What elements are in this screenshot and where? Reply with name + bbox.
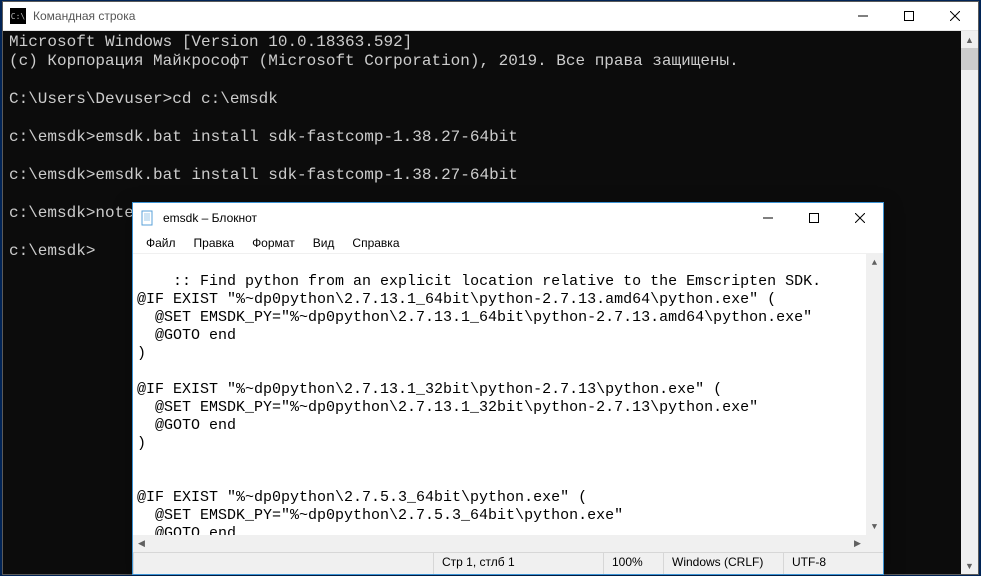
notepad-editor[interactable]: :: Find python from an explicit location…	[133, 254, 883, 535]
notepad-vscrollbar[interactable]: ▲ ▼	[866, 254, 883, 535]
menu-view[interactable]: Вид	[304, 236, 344, 250]
status-zoom: 100%	[603, 553, 663, 574]
notepad-hscrollbar[interactable]: ◀ ▶	[133, 535, 883, 552]
notepad-title: emsdk – Блокнот	[163, 211, 745, 225]
scroll-corner	[866, 535, 883, 552]
minimize-button[interactable]	[745, 203, 791, 233]
notepad-menubar: Файл Правка Формат Вид Справка	[133, 233, 883, 254]
status-encoding: UTF-8	[783, 553, 883, 574]
scroll-track[interactable]	[961, 48, 978, 557]
scroll-up-icon[interactable]: ▲	[866, 254, 883, 271]
scroll-right-icon[interactable]: ▶	[849, 535, 866, 552]
menu-help[interactable]: Справка	[343, 236, 408, 250]
scroll-track[interactable]	[150, 535, 849, 552]
maximize-button[interactable]	[886, 2, 932, 30]
scroll-up-icon[interactable]: ▲	[961, 31, 978, 48]
cmd-titlebar[interactable]: C:\ Командная строка	[3, 2, 978, 31]
menu-file[interactable]: Файл	[137, 236, 185, 250]
close-button[interactable]	[932, 2, 978, 30]
notepad-titlebar[interactable]: emsdk – Блокнот	[133, 203, 883, 233]
editor-content: :: Find python from an explicit location…	[137, 273, 821, 535]
cmd-title: Командная строка	[33, 9, 840, 23]
cmd-window-controls	[840, 2, 978, 30]
close-button[interactable]	[837, 203, 883, 233]
notepad-window: emsdk – Блокнот Файл Правка Формат Вид С…	[132, 202, 884, 575]
cmd-icon: C:\	[10, 8, 26, 24]
scroll-track[interactable]	[866, 271, 883, 518]
menu-format[interactable]: Формат	[243, 236, 304, 250]
minimize-button[interactable]	[840, 2, 886, 30]
cmd-scrollbar[interactable]: ▲ ▼	[961, 31, 978, 574]
status-eol: Windows (CRLF)	[663, 553, 783, 574]
scroll-down-icon[interactable]: ▼	[866, 518, 883, 535]
scroll-left-icon[interactable]: ◀	[133, 535, 150, 552]
scroll-thumb[interactable]	[961, 48, 978, 70]
menu-edit[interactable]: Правка	[185, 236, 244, 250]
status-spacer	[133, 553, 433, 574]
scroll-down-icon[interactable]: ▼	[961, 557, 978, 574]
status-cursor: Стр 1, стлб 1	[433, 553, 603, 574]
maximize-button[interactable]	[791, 203, 837, 233]
notepad-statusbar: Стр 1, стлб 1 100% Windows (CRLF) UTF-8	[133, 552, 883, 574]
notepad-icon	[140, 210, 156, 226]
